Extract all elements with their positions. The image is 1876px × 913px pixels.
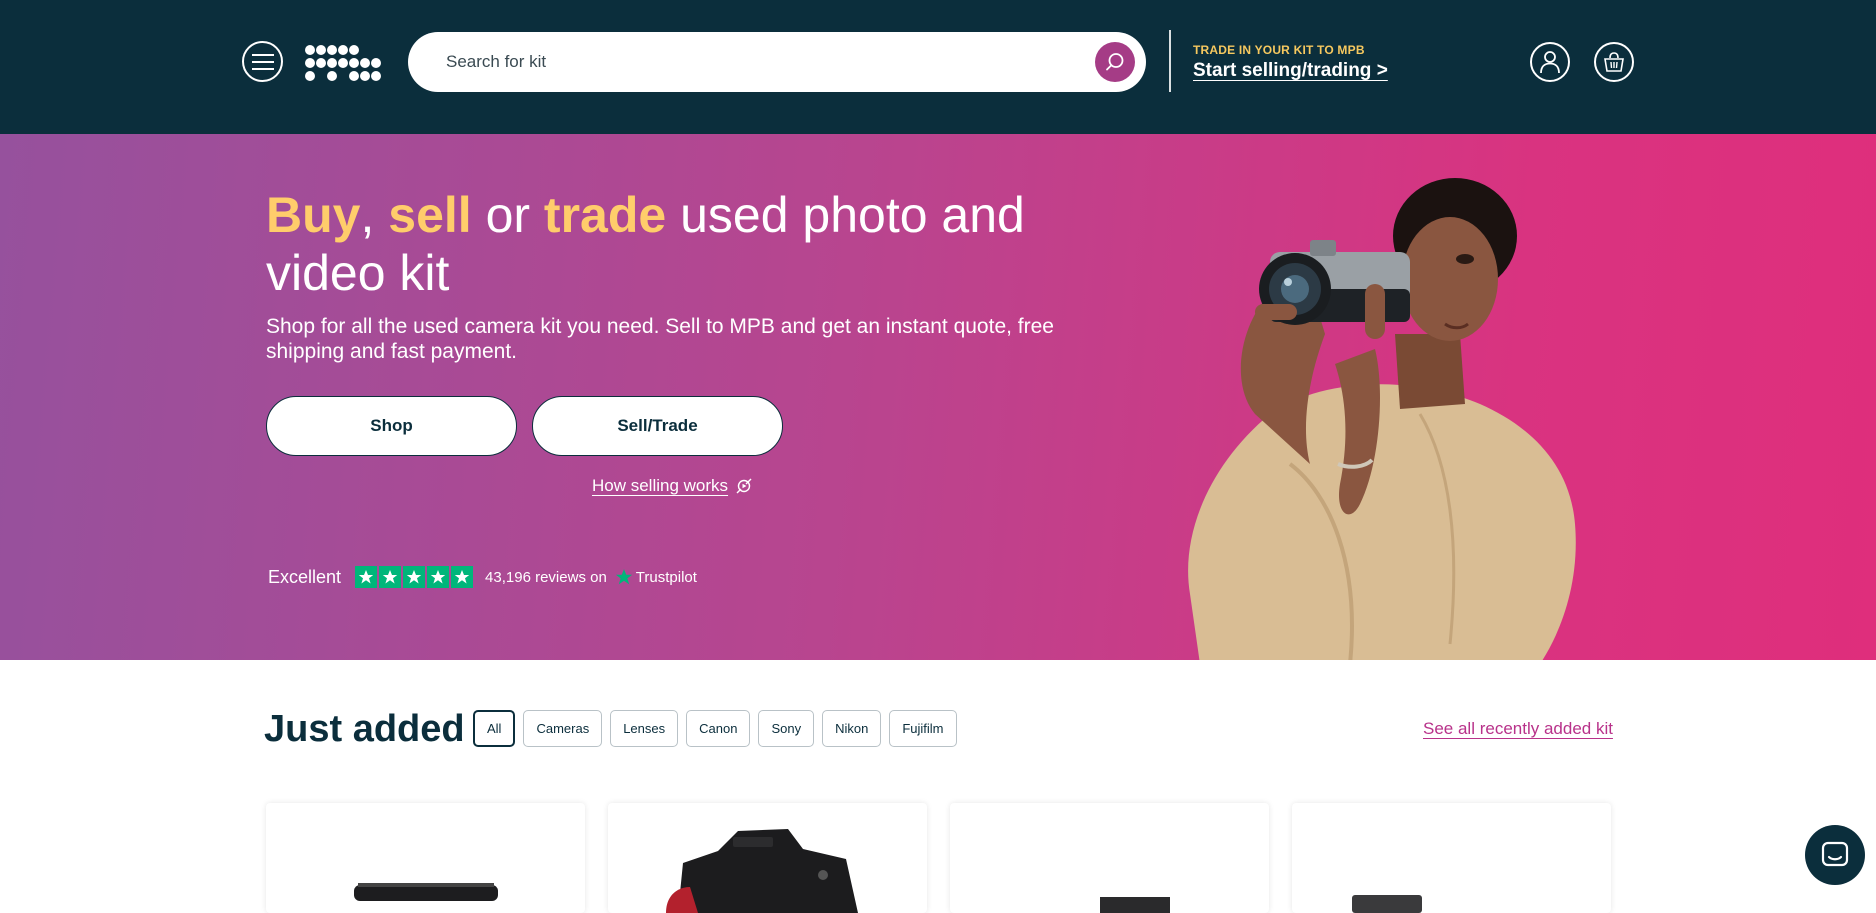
star-icon bbox=[427, 566, 450, 588]
start-selling-link[interactable]: Start selling/trading > bbox=[1193, 60, 1388, 82]
product-image-lens bbox=[354, 883, 498, 901]
trustpilot-brand: Trustpilot bbox=[615, 568, 697, 586]
basket-icon bbox=[1604, 52, 1624, 72]
shop-button[interactable]: Shop bbox=[266, 396, 517, 456]
trustpilot-widget[interactable]: Excellent 43,196 reviews on Trustpilot bbox=[268, 566, 697, 588]
product-image-camera bbox=[1352, 895, 1422, 913]
search-icon bbox=[1106, 53, 1124, 71]
star-icon bbox=[403, 566, 426, 588]
hero-title-sep2: or bbox=[471, 187, 544, 243]
how-selling-works-link[interactable]: How selling works bbox=[592, 476, 752, 496]
hero-title-trade: trade bbox=[543, 187, 667, 243]
filter-chips: All Cameras Lenses Canon Sony Nikon Fuji… bbox=[473, 710, 957, 747]
header-divider bbox=[1169, 30, 1171, 92]
product-image-camera bbox=[1100, 897, 1170, 913]
site-header: TRADE IN YOUR KIT TO MPB Start selling/t… bbox=[0, 0, 1876, 134]
how-selling-works-label: How selling works bbox=[592, 476, 729, 495]
hero-title-buy: Buy bbox=[266, 187, 361, 243]
basket-button[interactable] bbox=[1594, 42, 1634, 82]
product-card[interactable] bbox=[1292, 803, 1611, 913]
filter-chip-all[interactable]: All bbox=[473, 710, 516, 747]
hero-title: Buy, sell or trade used photo and video … bbox=[266, 186, 1066, 302]
hero-title-sell: sell bbox=[388, 187, 472, 243]
hero-subtitle: Shop for all the used camera kit you nee… bbox=[266, 315, 1054, 363]
search-input[interactable] bbox=[446, 32, 1086, 92]
menu-button[interactable] bbox=[242, 41, 283, 82]
chat-icon bbox=[1821, 841, 1849, 867]
product-card[interactable] bbox=[266, 803, 585, 913]
hero-banner: Buy, sell or trade used photo and video … bbox=[0, 134, 1876, 660]
trustpilot-brand-label: Trustpilot bbox=[635, 568, 697, 586]
search-bar bbox=[408, 32, 1146, 92]
account-button[interactable] bbox=[1530, 42, 1570, 82]
filter-chip-fujifilm[interactable]: Fujifilm bbox=[889, 710, 957, 747]
star-icon bbox=[451, 566, 474, 588]
mpb-logo[interactable] bbox=[304, 44, 386, 82]
account-icon bbox=[1540, 51, 1560, 74]
star-icon bbox=[355, 566, 378, 588]
sell-trade-button[interactable]: Sell/Trade bbox=[532, 396, 783, 456]
just-added-title: Just added bbox=[264, 708, 465, 750]
hero-photo-woman-with-camera bbox=[1188, 178, 1576, 660]
product-card[interactable] bbox=[950, 803, 1269, 913]
product-card[interactable] bbox=[608, 803, 927, 913]
chat-button[interactable] bbox=[1805, 825, 1865, 885]
star-icon bbox=[379, 566, 402, 588]
trade-kicker: TRADE IN YOUR KIT TO MPB bbox=[1193, 43, 1365, 57]
trustpilot-review-count: 43,196 reviews on bbox=[485, 568, 607, 586]
filter-chip-cameras[interactable]: Cameras bbox=[523, 710, 603, 747]
filter-chip-sony[interactable]: Sony bbox=[758, 710, 815, 747]
filter-chip-lenses[interactable]: Lenses bbox=[610, 710, 679, 747]
search-button[interactable] bbox=[1095, 42, 1135, 82]
trustpilot-rating-text: Excellent bbox=[268, 566, 342, 587]
see-all-recently-added-link[interactable]: See all recently added kit bbox=[1423, 719, 1613, 739]
filter-chip-canon[interactable]: Canon bbox=[686, 710, 751, 747]
video-link-icon bbox=[736, 478, 752, 494]
trustpilot-star-icon bbox=[615, 569, 632, 585]
trustpilot-stars bbox=[355, 566, 474, 588]
menu-icon bbox=[251, 53, 274, 70]
product-image-nikon-camera bbox=[666, 829, 858, 913]
filter-chip-nikon[interactable]: Nikon bbox=[822, 710, 882, 747]
hero-title-sep1: , bbox=[360, 187, 389, 243]
